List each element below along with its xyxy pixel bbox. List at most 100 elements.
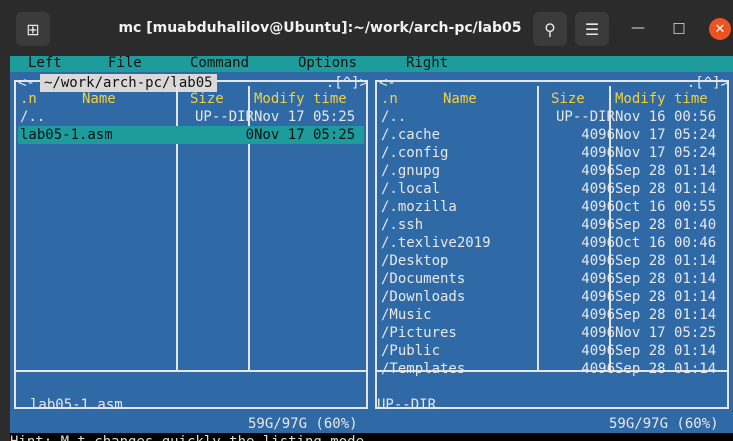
close-icon: ✕ <box>714 21 726 37</box>
maximize-icon: □ <box>672 20 686 36</box>
mc-menubar: Left File Command Options Right <box>10 55 733 72</box>
file-name: /.local <box>381 181 441 197</box>
file-name: /Templates <box>381 361 466 377</box>
file-name: /Documents <box>381 271 466 287</box>
close-button[interactable]: ✕ <box>709 18 731 40</box>
hamburger-icon: ☰ <box>584 19 600 39</box>
file-name: /.ssh <box>381 217 424 233</box>
file-size: 4096 <box>581 325 615 341</box>
file-modify-time: Nov 16 00:56 <box>615 109 717 125</box>
file-row[interactable]: /Downloads 4096 Sep 28 01:14 <box>379 288 725 306</box>
file-row[interactable]: /Documents 4096 Sep 28 01:14 <box>379 270 725 288</box>
file-modify-time: Sep 28 01:14 <box>615 271 717 287</box>
left-disk-usage: 59G/97G (60%) <box>239 415 366 433</box>
file-row[interactable]: /.local 4096 Sep 28 01:14 <box>379 180 725 198</box>
file-size: 4096 <box>581 289 615 305</box>
file-name: /Desktop <box>381 253 449 269</box>
left-name-header[interactable]: Name <box>82 90 116 108</box>
file-size: 4096 <box>581 361 615 377</box>
file-modify-time: Oct 16 00:55 <box>615 199 717 215</box>
file-name: /.mozilla <box>381 199 457 215</box>
file-row[interactable]: /.. UP--DIR Nov 16 00:56 <box>379 108 725 126</box>
hint-line: Hint: M-t changes quickly the listing mo… <box>10 433 733 441</box>
new-tab-icon: ⊞ <box>26 19 40 39</box>
file-size: 0 <box>245 127 254 143</box>
terminal[interactable]: Left File Command Options Right <- ~/wor… <box>10 55 733 441</box>
file-row[interactable]: lab05-1.asm 0 Nov 17 05:25 <box>18 126 364 144</box>
file-size: 4096 <box>581 163 615 179</box>
file-row[interactable]: /.cache 4096 Nov 17 05:24 <box>379 126 725 144</box>
left-header-row: .n Name Size Modify time <box>18 90 364 108</box>
file-row[interactable]: /Pictures 4096 Nov 17 05:25 <box>379 324 725 342</box>
file-size: 4096 <box>581 217 615 233</box>
left-status-divider <box>14 370 368 372</box>
file-row[interactable]: /Music 4096 Sep 28 01:14 <box>379 306 725 324</box>
file-modify-time: Nov 17 05:24 <box>615 145 717 161</box>
window-titlebar: ⊞ mc [muabduhalilov@Ubuntu]:~/work/arch-… <box>0 0 733 56</box>
file-size: UP--DIR <box>194 109 254 125</box>
right-modify-header[interactable]: Modify time <box>615 90 708 108</box>
window-title: mc [muabduhalilov@Ubuntu]:~/work/arch-pc… <box>118 20 522 36</box>
minimize-button[interactable]: — <box>628 18 648 38</box>
maximize-button[interactable]: □ <box>669 18 689 38</box>
file-size: 4096 <box>581 181 615 197</box>
file-size: UP--DIR <box>555 109 615 125</box>
file-modify-time: Nov 17 05:25 <box>615 325 717 341</box>
file-name: /.texlive2019 <box>381 235 491 251</box>
file-size: 4096 <box>581 271 615 287</box>
file-modify-time: Sep 28 01:14 <box>615 253 717 269</box>
file-size: 4096 <box>581 235 615 251</box>
file-size: 4096 <box>581 307 615 323</box>
file-modify-time: Nov 17 05:25 <box>254 109 356 125</box>
menu-left[interactable]: Left <box>28 55 62 71</box>
file-size: 4096 <box>581 343 615 359</box>
search-button[interactable]: ⚲ <box>533 12 567 46</box>
right-name-header[interactable]: Name <box>443 90 477 108</box>
left-panel[interactable]: <- ~/work/arch-pc/lab05 .[^]> .n Name Si… <box>10 72 372 433</box>
minimize-icon: — <box>631 20 645 36</box>
file-name: lab05-1.asm <box>20 127 113 143</box>
file-size: 4096 <box>581 127 615 143</box>
menu-button[interactable]: ☰ <box>575 12 609 46</box>
menu-file[interactable]: File <box>108 55 142 71</box>
file-row[interactable]: /.ssh 4096 Sep 28 01:40 <box>379 216 725 234</box>
file-row[interactable]: /Public 4096 Sep 28 01:14 <box>379 342 725 360</box>
left-modify-header[interactable]: Modify time <box>254 90 347 108</box>
right-panel[interactable]: <- .[^]> .n Name Size Modify time /.. UP-… <box>371 72 733 433</box>
file-name: /Public <box>381 343 441 359</box>
left-mini-status: lab05-1.asm <box>30 397 123 413</box>
file-modify-time: Sep 28 01:14 <box>615 163 717 179</box>
right-size-header[interactable]: Size <box>551 90 585 108</box>
file-row[interactable]: /Desktop 4096 Sep 28 01:14 <box>379 252 725 270</box>
file-modify-time: Sep 28 01:40 <box>615 217 717 233</box>
file-name: /.cache <box>381 127 441 143</box>
file-row[interactable]: /.gnupg 4096 Sep 28 01:14 <box>379 162 725 180</box>
file-name: /Pictures <box>381 325 457 341</box>
menu-options[interactable]: Options <box>298 55 357 71</box>
right-disk-usage: 59G/97G (60%) <box>600 415 727 433</box>
file-name: /.config <box>381 145 449 161</box>
file-modify-time: Sep 28 01:14 <box>615 307 717 323</box>
file-row[interactable]: /Templates 4096 Sep 28 01:14 <box>379 360 725 378</box>
search-icon: ⚲ <box>544 19 556 39</box>
right-sort-indicator[interactable]: .n <box>381 90 398 108</box>
file-row[interactable]: /.. UP--DIR Nov 17 05:25 <box>18 108 364 126</box>
file-row[interactable]: /.config 4096 Nov 17 05:24 <box>379 144 725 162</box>
file-size: 4096 <box>581 199 615 215</box>
file-size: 4096 <box>581 145 615 161</box>
file-row[interactable]: /.texlive2019 4096 Oct 16 00:46 <box>379 234 725 252</box>
file-row[interactable]: /.mozilla 4096 Oct 16 00:55 <box>379 198 725 216</box>
file-modify-time: Nov 17 05:24 <box>615 127 717 143</box>
right-header-row: .n Name Size Modify time <box>379 90 725 108</box>
file-name: /Music <box>381 307 432 323</box>
menu-command[interactable]: Command <box>190 55 249 71</box>
file-size: 4096 <box>581 253 615 269</box>
left-size-header[interactable]: Size <box>190 90 224 108</box>
file-modify-time: Sep 28 01:14 <box>615 361 717 377</box>
new-tab-button[interactable]: ⊞ <box>16 12 50 46</box>
left-sort-indicator[interactable]: .n <box>20 90 37 108</box>
right-mini-status: UP--DIR <box>377 397 437 413</box>
menu-right[interactable]: Right <box>406 55 448 71</box>
file-name: /.. <box>20 109 46 125</box>
file-name: /Downloads <box>381 289 466 305</box>
